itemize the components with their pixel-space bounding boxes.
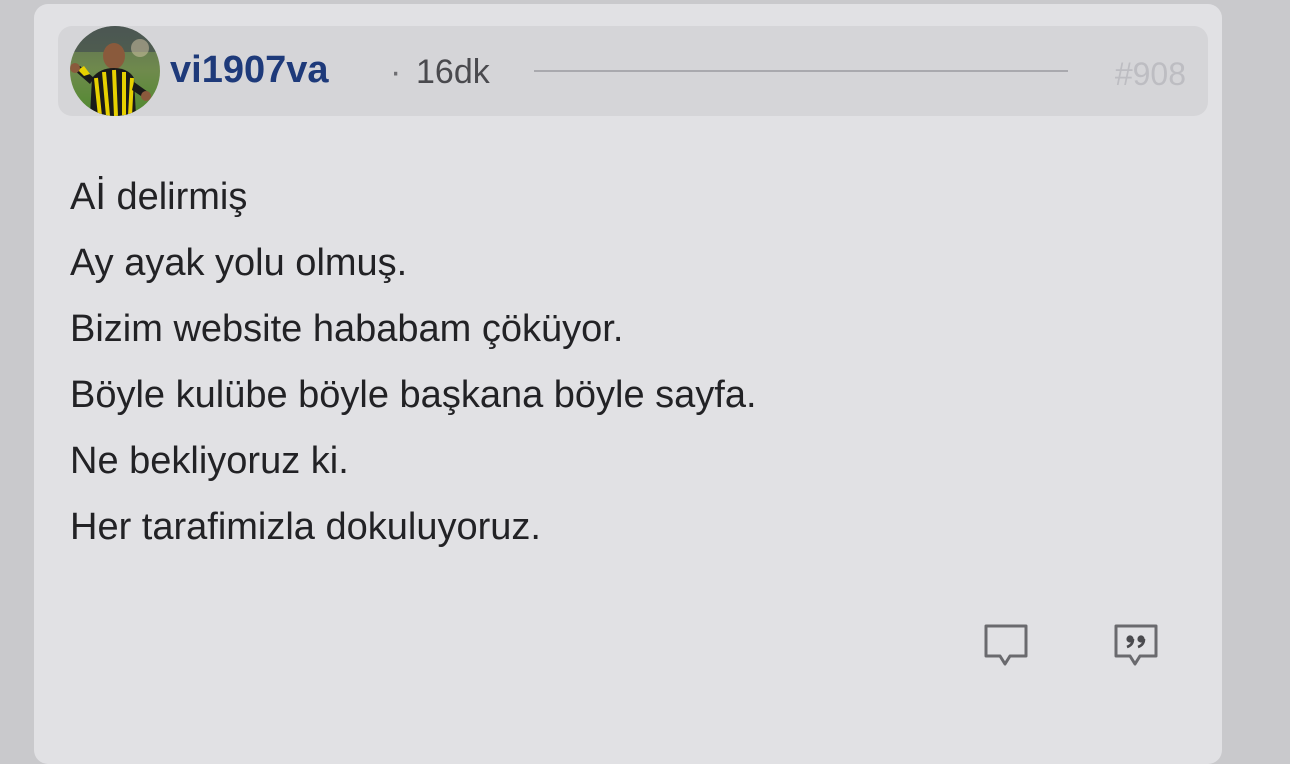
post-line: Ne bekliyoruz ki. <box>70 440 349 482</box>
avatar-image <box>70 26 160 116</box>
username-link[interactable]: vi1907va <box>170 48 329 92</box>
post-line: Her tarafimizla dokuluyoruz. <box>70 506 541 548</box>
avatar[interactable] <box>70 26 160 116</box>
post-number-link[interactable]: #908 <box>1115 54 1186 94</box>
header-divider <box>534 70 1068 72</box>
post-card: vi1907va · 16dk #908 Aİ delirmiş Ay ayak… <box>34 4 1222 764</box>
reply-button[interactable] <box>980 618 1032 670</box>
timestamp: 16dk <box>416 53 490 91</box>
post-line: Bizim website hababam çöküyor. <box>70 308 624 350</box>
quote-button[interactable] <box>1110 618 1162 670</box>
comment-icon <box>984 624 1028 666</box>
meta-separator: · <box>390 53 402 91</box>
post-line: Ay ayak yolu olmuş. <box>70 242 408 284</box>
post-line: Aİ delirmiş <box>70 176 248 218</box>
post-body: Aİ delirmiş Ay ayak yolu olmuş. Bizim we… <box>70 164 1190 560</box>
quote-icon <box>1114 624 1158 666</box>
post-header: vi1907va · 16dk #908 <box>58 26 1208 116</box>
post-line: Böyle kulübe böyle başkana böyle sayfa. <box>70 374 757 416</box>
